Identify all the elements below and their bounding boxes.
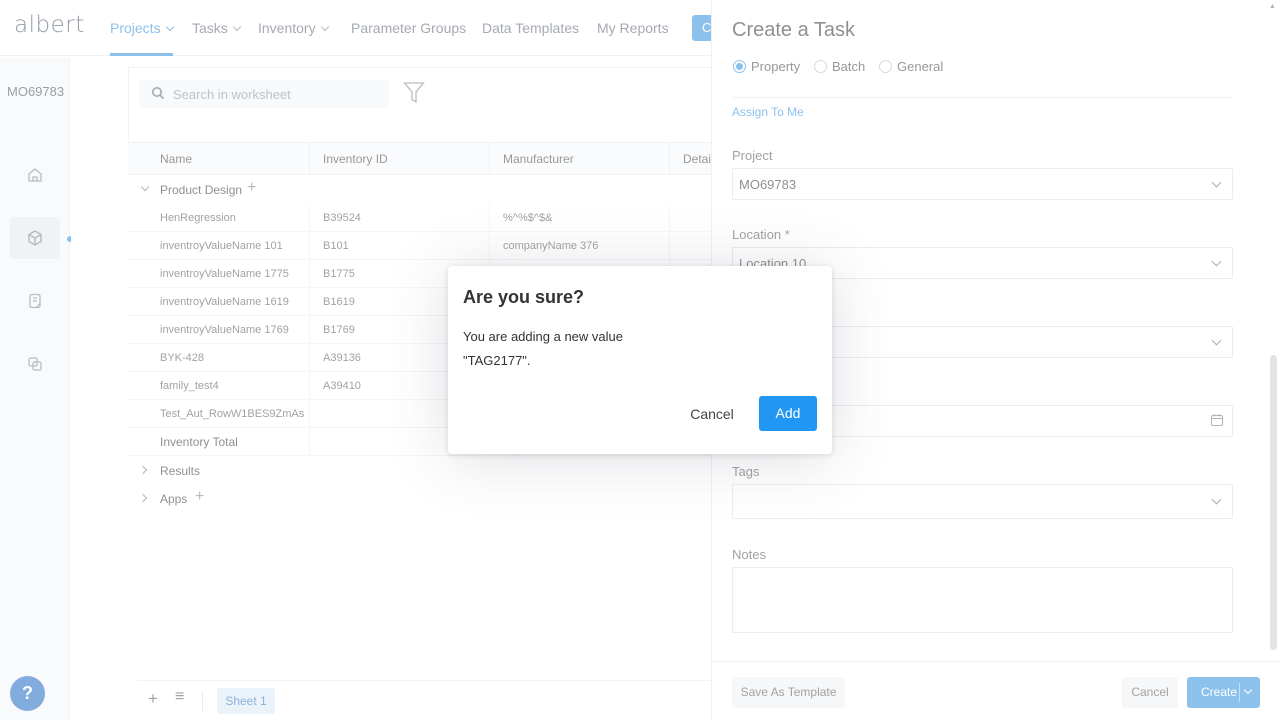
dialog-value: "TAG2177". [463, 353, 531, 368]
dialog-message: You are adding a new value [463, 329, 623, 344]
confirm-dialog: Are you sure? You are adding a new value… [448, 266, 832, 454]
dialog-cancel-button[interactable]: Cancel [684, 397, 740, 431]
dialog-add-button[interactable]: Add [759, 396, 817, 431]
dialog-title: Are you sure? [463, 287, 585, 307]
